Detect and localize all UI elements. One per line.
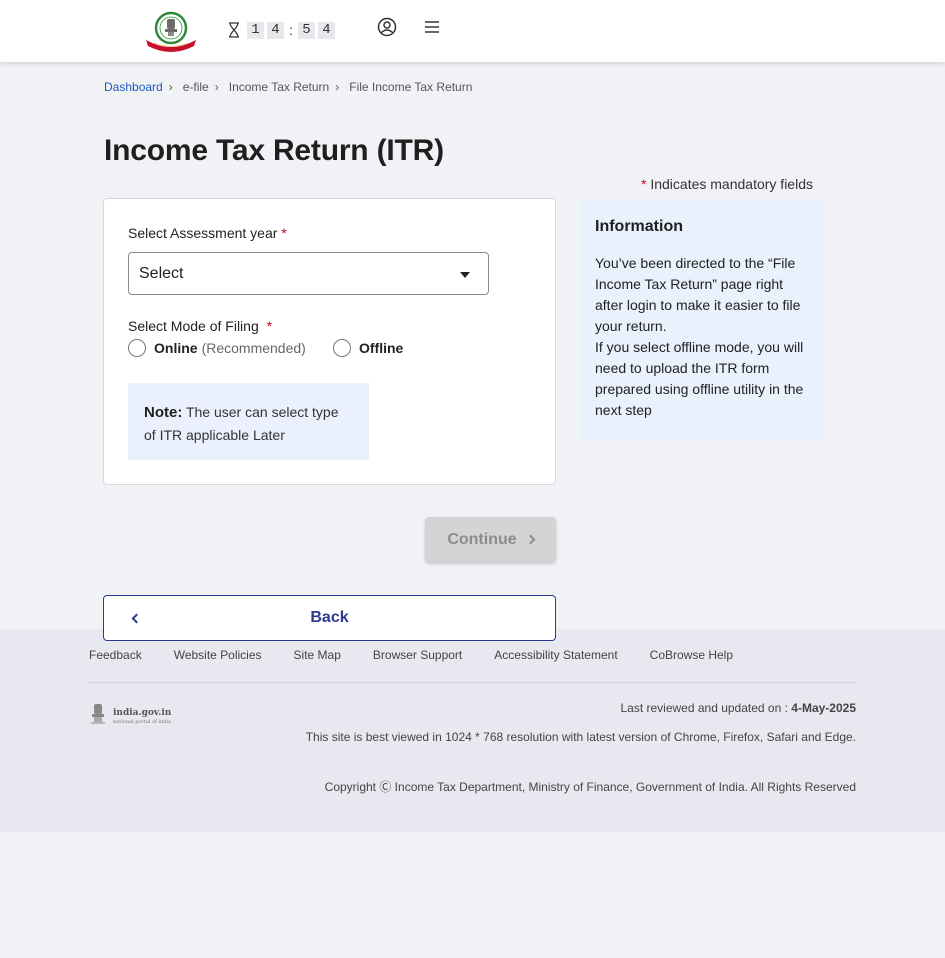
best-viewed-note: This site is best viewed in 1024 * 768 r… [305, 730, 856, 744]
breadcrumb-chevron-icon: › [214, 80, 219, 94]
assessment-year-select[interactable]: Select [128, 252, 489, 295]
timer-digit: 4 [317, 21, 335, 39]
note-heading: Note: [144, 404, 183, 421]
radio-offline[interactable]: Offline [333, 339, 403, 357]
radio-offline-circle[interactable] [333, 339, 351, 357]
page-bottom [0, 832, 945, 958]
note-box: Note: The user can select type of ITR ap… [128, 383, 369, 460]
timer-separator: : [289, 22, 293, 38]
information-panel: Information You’ve been directed to the … [580, 200, 826, 440]
radio-online[interactable]: Online (Recommended) [128, 339, 306, 357]
information-title: Information [595, 218, 683, 235]
required-asterisk: * [641, 176, 647, 192]
footer-link-website-policies[interactable]: Website Policies [174, 648, 262, 662]
radio-online-circle[interactable] [128, 339, 146, 357]
radio-online-recommended: (Recommended) [201, 340, 306, 356]
last-reviewed: Last reviewed and updated on : 4-May-202… [620, 701, 856, 715]
hourglass-icon [229, 22, 239, 38]
user-circle-icon[interactable] [377, 17, 397, 37]
radio-online-label: Online [154, 340, 198, 356]
filing-mode-label-text: Select Mode of Filing [128, 318, 259, 334]
footer-links: Feedback Website Policies Site Map Brows… [89, 648, 733, 662]
last-reviewed-prefix: Last reviewed and updated on : [620, 701, 788, 715]
page-title: Income Tax Return (ITR) [104, 134, 444, 167]
breadcrumb: Dashboard › e-file › Income Tax Return ›… [104, 80, 472, 94]
breadcrumb-income-tax-return[interactable]: Income Tax Return [229, 80, 330, 94]
breadcrumb-file-itr: File Income Tax Return [349, 80, 473, 94]
mandatory-fields-note: * Indicates mandatory fields [641, 176, 813, 192]
footer-link-feedback[interactable]: Feedback [89, 648, 142, 662]
site-footer: Feedback Website Policies Site Map Brows… [0, 629, 945, 832]
breadcrumb-chevron-icon: › [168, 80, 173, 94]
chevron-right-icon [525, 534, 536, 545]
last-reviewed-date: 4-May-2025 [791, 701, 856, 715]
timer-digit: 4 [267, 21, 284, 39]
assessment-year-label-text: Select Assessment year [128, 225, 278, 241]
assessment-year-select-value: Select [139, 265, 184, 282]
footer-link-site-map[interactable]: Site Map [294, 648, 341, 662]
copyright-text: Copyright Ⓒ Income Tax Department, Minis… [324, 780, 856, 794]
breadcrumb-efile[interactable]: e-file [183, 80, 209, 94]
india-gov-link[interactable]: india.gov.in national portal of india [113, 709, 171, 725]
breadcrumb-dashboard[interactable]: Dashboard [104, 80, 163, 94]
income-tax-logo-icon[interactable] [144, 10, 198, 52]
information-text-2: If you select offline mode, you will nee… [595, 339, 804, 418]
radio-offline-label: Offline [359, 340, 404, 356]
india-gov-subtext: national portal of india [113, 719, 172, 725]
continue-button-label: Continue [447, 530, 517, 548]
india-gov-text: india.gov.in [113, 708, 172, 718]
mandatory-fields-text: Indicates mandatory fields [650, 176, 813, 192]
top-header: 1 4 : 5 4 [0, 0, 945, 62]
footer-link-accessibility[interactable]: Accessibility Statement [494, 648, 617, 662]
chevron-left-icon [131, 613, 142, 624]
required-asterisk: * [281, 225, 287, 241]
session-timer: 1 4 : 5 4 [228, 20, 335, 40]
caret-down-icon [460, 272, 470, 278]
breadcrumb-chevron-icon: › [335, 80, 340, 94]
hamburger-menu-icon[interactable] [424, 19, 440, 35]
assessment-year-label: Select Assessment year * [128, 225, 287, 241]
back-button[interactable]: Back [103, 595, 556, 641]
footer-divider [89, 682, 857, 683]
filing-mode-label: Select Mode of Filing * [128, 318, 272, 334]
continue-button[interactable]: Continue [425, 517, 556, 562]
timer-digit: 1 [247, 21, 264, 39]
national-emblem-icon [91, 704, 105, 724]
footer-link-cobrowse-help[interactable]: CoBrowse Help [650, 648, 733, 662]
required-asterisk: * [266, 318, 273, 334]
back-button-label: Back [310, 609, 349, 626]
timer-digit: 5 [297, 21, 315, 39]
itr-form-card: Select Assessment year * Select Select M… [103, 198, 556, 485]
footer-link-browser-support[interactable]: Browser Support [373, 648, 462, 662]
information-text-1: You’ve been directed to the “File Income… [595, 255, 801, 334]
